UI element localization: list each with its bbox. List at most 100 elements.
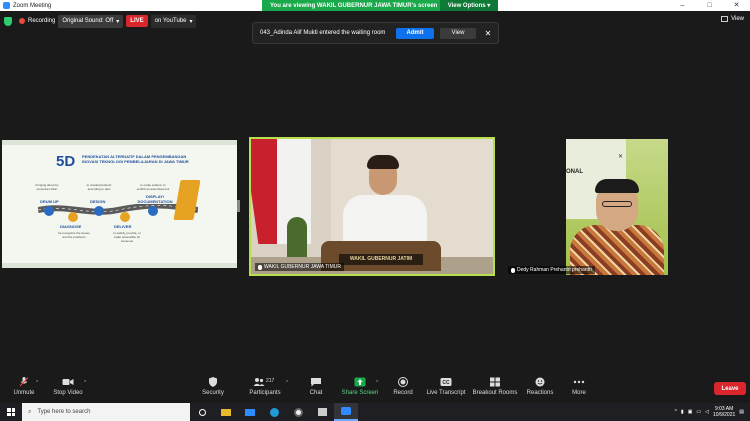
step-label: DIAGNOSE [60, 224, 82, 229]
live-transcript-label: Live Transcript [426, 390, 466, 396]
zoom-logo-icon [3, 2, 10, 9]
chevron-up-icon[interactable]: ^ [84, 380, 86, 386]
slide-top-bar [2, 140, 237, 145]
participants-icon: 217 [251, 377, 279, 387]
chat-icon [310, 377, 322, 387]
step-node-icon [94, 206, 104, 216]
close-icon[interactable]: ✕ [482, 29, 494, 38]
cc-icon: CC [440, 377, 452, 387]
share-banner: You are viewing WAKIL GUBERNUR JAWA TIMU… [262, 0, 498, 11]
edge-icon[interactable] [262, 403, 286, 421]
breakout-rooms-button[interactable]: Breakout Rooms [471, 377, 519, 396]
maximize-button[interactable]: □ [696, 0, 723, 11]
chevron-up-icon[interactable]: ^ [36, 380, 38, 386]
participant-name: WAKIL GUBERNUR JAWA TIMUR [264, 264, 341, 270]
shared-screen[interactable]: 5D PENDEKATAN ALTERNATIF DALAM PENGEMBAN… [2, 140, 237, 268]
split-drag-handle[interactable] [237, 200, 240, 212]
mic-icon[interactable]: ▮ [681, 409, 684, 415]
waiting-room-notification: 043_Adinda Alif Mukti entered the waitin… [252, 22, 499, 44]
notifications-icon[interactable]: ▤ [739, 409, 744, 415]
plant-graphic [287, 217, 307, 257]
security-button[interactable]: Security [189, 377, 237, 396]
chrome-icon[interactable] [286, 403, 310, 421]
share-screen-icon [354, 377, 366, 387]
step-label: DESIGN [90, 199, 106, 204]
youtube-label: on YouTube [154, 18, 187, 24]
volume-icon[interactable]: ◁ [705, 409, 709, 415]
live-transcript-button[interactable]: CC Live Transcript [422, 377, 470, 396]
mic-icon [258, 264, 262, 270]
participants-button[interactable]: 217 Participants [241, 377, 289, 396]
desk-nameplate: WAKIL GUBERNUR JATIM [339, 254, 423, 265]
participant-name: Dedy Rahman Prehantri prehantri [517, 267, 592, 273]
meet-now-icon[interactable]: ▣ [688, 409, 693, 415]
breakout-rooms-label: Breakout Rooms [472, 390, 518, 396]
zoom-app-icon[interactable] [334, 403, 358, 421]
grid-view-icon [721, 16, 729, 22]
record-button[interactable]: Record [379, 377, 427, 396]
original-sound-button[interactable]: Original Sound: Off ▾ [58, 14, 124, 28]
chevron-down-icon: ▾ [189, 18, 193, 25]
more-icon [573, 377, 585, 387]
mail-icon[interactable] [238, 403, 262, 421]
admit-button[interactable]: Admit [396, 27, 434, 39]
svg-text:CC: CC [442, 380, 450, 386]
mic-off-icon [511, 267, 515, 273]
slide-5d-label: 5D [56, 153, 76, 170]
background-x-mark: ✕ [618, 154, 624, 160]
window-title: Zoom Meeting [13, 2, 52, 9]
participant-count: 217 [266, 378, 275, 384]
recording-label[interactable]: Recording [28, 18, 55, 24]
step-note: to satisfy, provide, or make accessible … [113, 231, 141, 243]
stop-video-label: Stop Video [53, 390, 83, 396]
encryption-shield-icon[interactable] [4, 16, 12, 26]
close-button[interactable]: ✕ [723, 0, 750, 11]
record-label: Record [393, 390, 413, 396]
more-button[interactable]: More [555, 377, 603, 396]
chat-button[interactable]: Chat [292, 377, 340, 396]
recording-dot-icon [19, 18, 25, 24]
taskbar-search-placeholder: Type here to search [37, 409, 91, 415]
more-label: More [572, 390, 586, 396]
view-options-button[interactable]: View Options ▾ [440, 0, 498, 11]
slide-bottom-bar [2, 263, 237, 268]
system-tray: ^ ▮ ▣ ▭ ◁ 9:03 AM 10/9/2021 ▤ [675, 403, 750, 421]
network-icon[interactable]: ▭ [696, 409, 701, 415]
step-note: bringing about by proceduct effort [35, 183, 59, 191]
record-icon [397, 377, 409, 387]
taskbar-clock[interactable]: 9:03 AM 10/9/2021 [713, 406, 735, 418]
slide-title: PENDEKATAN ALTERNATIF DALAM PENGEMBANGAN… [82, 154, 189, 164]
chevron-up-icon[interactable]: ^ [376, 380, 378, 386]
taskbar-search[interactable]: ⌕ Type here to search [22, 403, 190, 421]
task-view-icon[interactable] [190, 403, 214, 421]
chevron-up-icon[interactable]: ^ [286, 380, 288, 386]
active-speaker-video[interactable]: WAKIL GUBERNUR JATIM WAKIL GUBERNUR JAWA… [249, 137, 495, 276]
view-waiting-room-button[interactable]: View [440, 27, 476, 39]
chevron-up-icon[interactable]: ^ [675, 409, 677, 415]
chat-label: Chat [309, 390, 323, 396]
glasses-graphic [602, 201, 632, 207]
shield-icon [207, 377, 219, 387]
breakout-icon [489, 377, 501, 387]
minimize-button[interactable]: – [669, 0, 696, 11]
background-text: ONAL [566, 169, 583, 175]
youtube-stream-button[interactable]: on YouTube ▾ [150, 14, 197, 28]
view-layout-button[interactable]: View [721, 16, 744, 22]
participant-name-tag: WAKIL GUBERNUR JAWA TIMUR [255, 263, 344, 271]
file-explorer-icon[interactable] [214, 403, 238, 421]
step-node-icon [148, 206, 158, 216]
live-badge[interactable]: LIVE [126, 15, 148, 27]
share-banner-text: You are viewing WAKIL GUBERNUR JAWA TIMU… [270, 2, 438, 9]
view-layout-label: View [731, 16, 744, 22]
unmute-button[interactable]: Unmute [0, 377, 48, 396]
step-node-icon [120, 212, 130, 222]
start-button[interactable] [0, 403, 22, 421]
original-sound-label: Original Sound: Off [62, 18, 114, 24]
participant-video[interactable]: ONAL ✕ [566, 139, 668, 275]
leave-button[interactable]: Leave [714, 382, 746, 395]
meeting-toolbar: Unmute ^ Stop Video ^ Security 217 Parti… [0, 375, 750, 403]
unmute-label: Unmute [13, 390, 35, 396]
step-label: DISPLAY/ DOCUMENTATION [137, 194, 173, 204]
store-icon[interactable] [310, 403, 334, 421]
waiting-room-message: 043_Adinda Alif Mukti entered the waitin… [260, 30, 386, 36]
